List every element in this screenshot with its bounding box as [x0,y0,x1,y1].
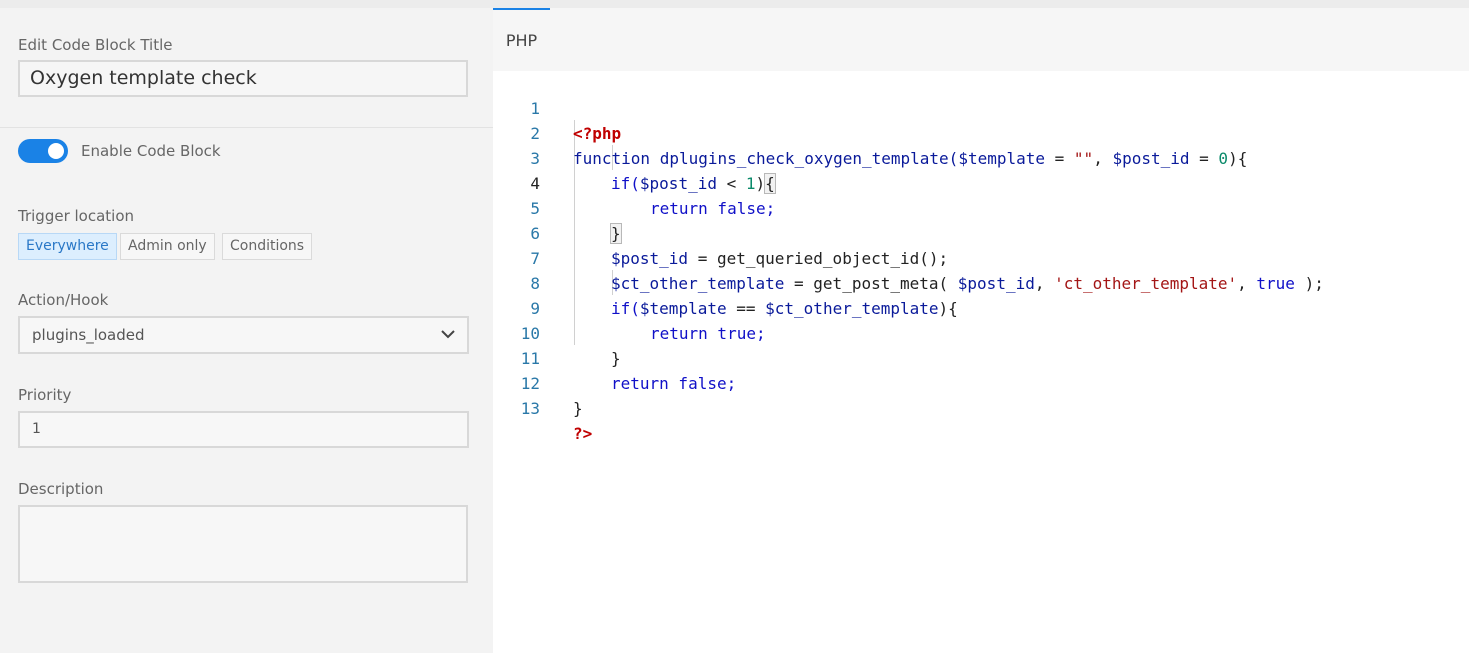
code-line: 11 return false; [493,321,1469,393]
description-label: Description [18,480,104,498]
code-line: 10 } [493,296,1469,368]
title-label: Edit Code Block Title [18,36,173,54]
settings-panel: Edit Code Block Title Oxygen template ch… [0,8,493,653]
trigger-admin-only-button[interactable]: Admin only [120,233,215,260]
trigger-conditions-button[interactable]: Conditions [222,233,313,260]
code-line: 13 ?> [493,371,1469,443]
window-top-strip [0,0,1469,8]
code-token: ?> [573,424,593,443]
editor-tabbar: PHP [493,8,1469,71]
priority-label: Priority [18,386,72,404]
description-textarea[interactable] [18,505,468,583]
code-editor[interactable]: 1 <?php 2 function dplugins_check_oxygen… [493,71,1469,653]
code-line: 2 function dplugins_check_oxygen_templat… [493,96,1469,168]
action-label: Action/Hook [18,291,109,309]
code-line: 7 $ct_other_template = get_post_meta( $p… [493,221,1469,293]
code-token: } [573,399,583,418]
enable-toggle[interactable] [18,139,68,163]
code-line: 4 return false; [493,146,1469,218]
title-input[interactable]: Oxygen template check [18,60,468,97]
divider [0,127,493,128]
action-hook-value: plugins_loaded [32,326,145,344]
priority-input[interactable]: 1 [18,411,469,448]
code-line: 8 if($template == $ct_other_template){ [493,246,1469,318]
code-line: 5 } [493,171,1469,244]
code-line: 9 return true; [493,271,1469,343]
trigger-everywhere-button[interactable]: Everywhere [18,233,117,260]
enable-label: Enable Code Block [81,142,221,160]
tab-php[interactable]: PHP [493,8,550,71]
line-number: 13 [520,399,540,418]
code-line: 1 <?php [493,71,1469,143]
toggle-knob [48,143,64,159]
code-line: 6 $post_id = get_queried_object_id(); [493,196,1469,268]
action-hook-select[interactable]: plugins_loaded [18,316,469,354]
trigger-label: Trigger location [18,207,135,225]
code-line: 12 } [493,346,1469,418]
code-line: 3 if($post_id < 1){ [493,121,1469,194]
chevron-down-icon [441,330,455,339]
